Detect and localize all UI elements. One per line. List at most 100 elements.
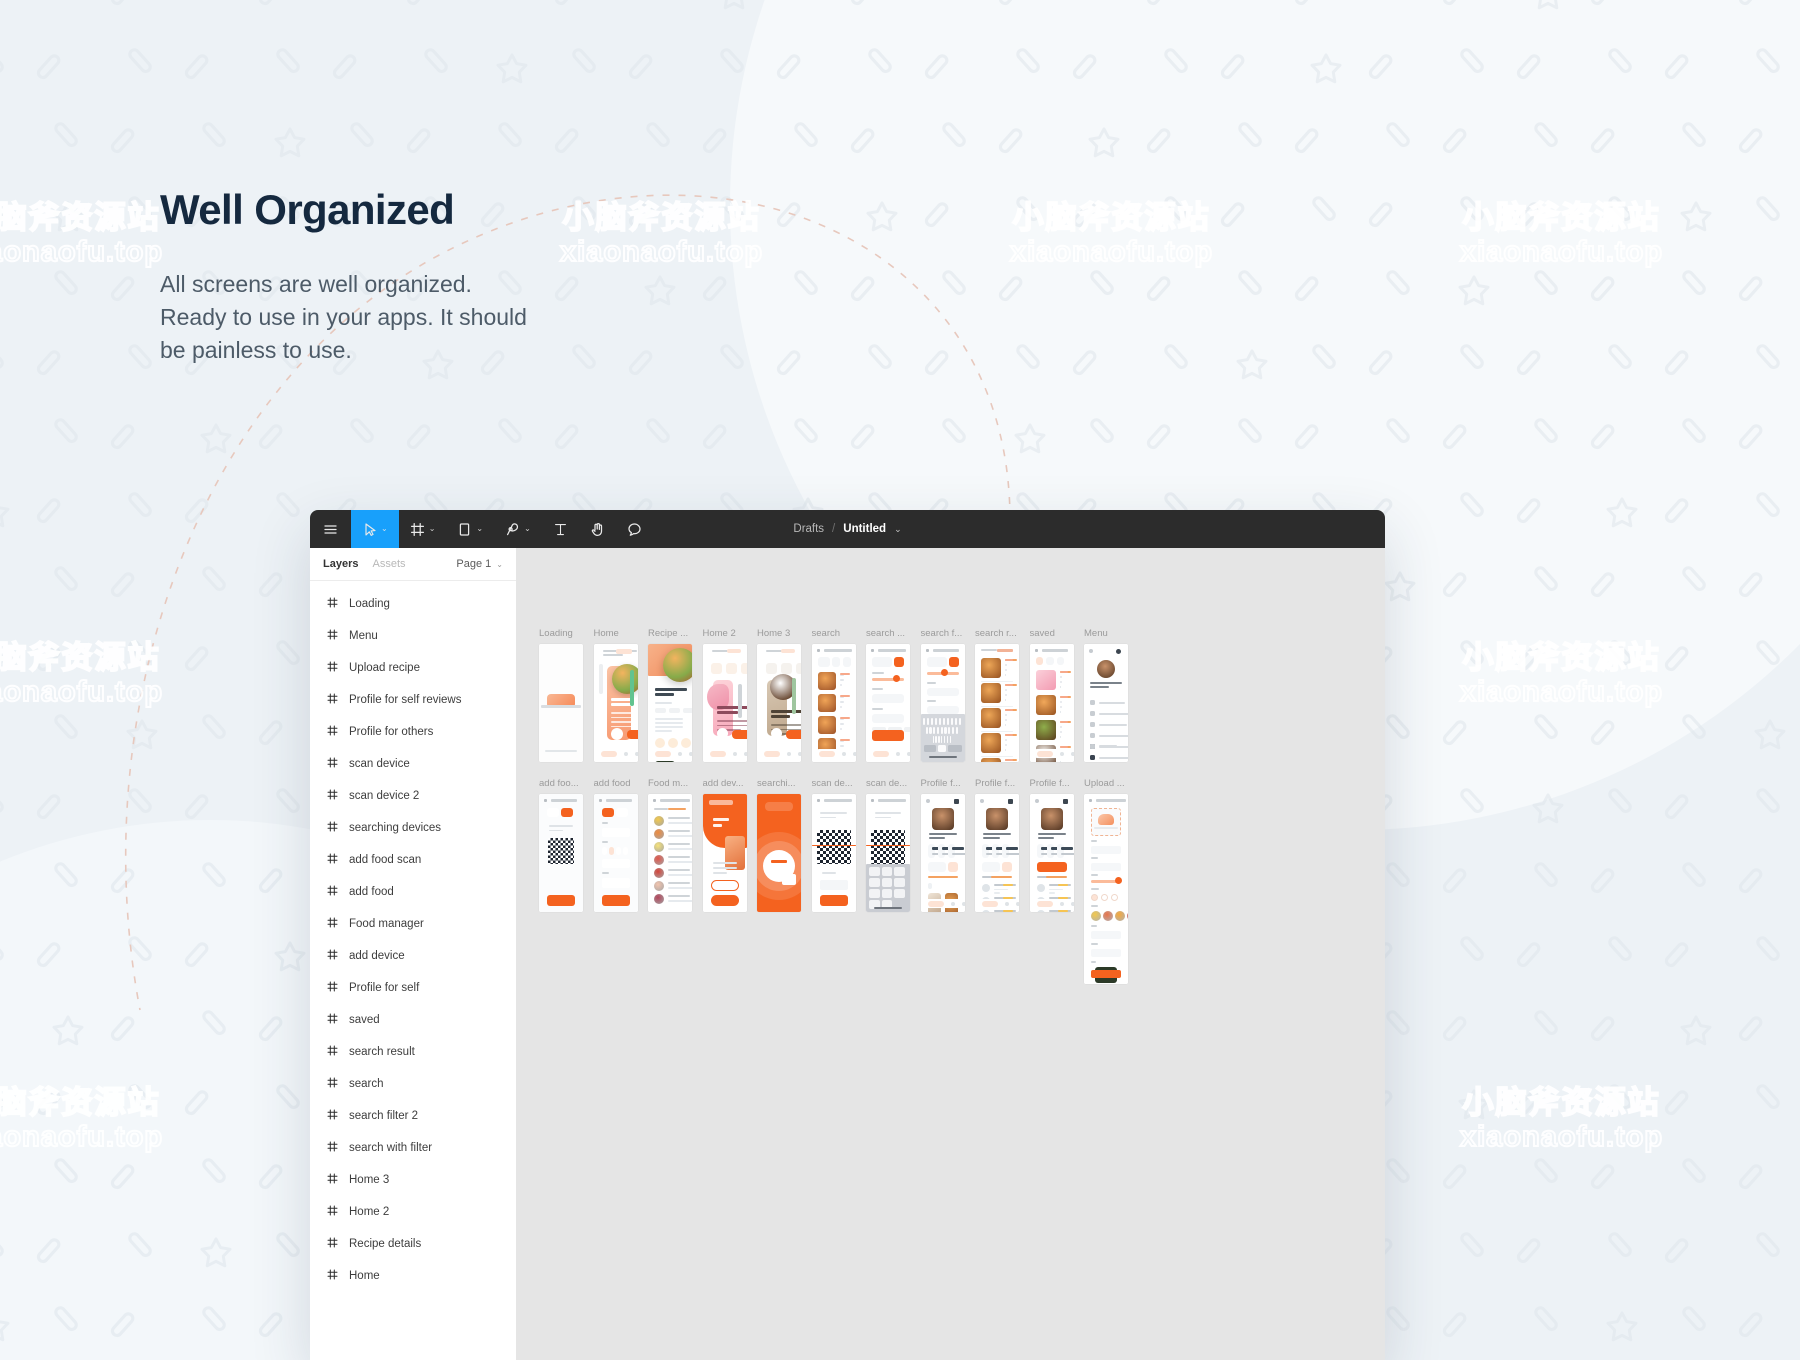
layer-row[interactable]: Food manager [310,908,516,940]
artboard-label[interactable]: Menu [1084,628,1128,640]
artboard[interactable]: search r... [975,628,1019,762]
figma-canvas[interactable]: Loading Home Recipe ... Home 2 Home 3 search s… [517,548,1385,1360]
artboard-frame[interactable] [539,644,583,762]
tab-assets[interactable]: Assets [372,558,405,570]
page-selector[interactable]: Page 1 ⌄ [456,558,503,570]
artboard-frame[interactable] [1029,794,1074,912]
layer-row[interactable]: scan device [310,748,516,780]
artboard[interactable]: search f... [920,628,965,762]
artboard[interactable]: Profile f... [1029,778,1074,912]
artboard[interactable]: add dev... [702,778,747,912]
artboard-label[interactable]: saved [1030,628,1074,640]
artboard-frame[interactable] [539,794,583,912]
artboard-label[interactable]: Home [594,628,638,640]
pen-tool-icon[interactable]: ⌄ [494,510,542,548]
artboard-frame[interactable] [1029,644,1074,762]
breadcrumb-drafts[interactable]: Drafts [793,523,824,535]
tab-layers[interactable]: Layers [323,558,358,570]
comment-tool-icon[interactable] [616,510,653,548]
artboard-frame[interactable] [1084,794,1128,984]
artboard-label[interactable]: searchi... [757,778,801,790]
artboard[interactable]: searchi... [757,778,801,912]
artboard-frame[interactable] [593,644,638,762]
artboard-label[interactable]: Profile f... [921,778,965,790]
artboard-label[interactable]: Food m... [648,778,692,790]
artboard[interactable]: search ... [866,628,910,762]
layer-row[interactable]: search result [310,1036,516,1068]
artboard[interactable]: Home 3 [757,628,801,762]
hand-tool-icon[interactable] [579,510,616,548]
move-tool-icon[interactable]: ⌄ [351,510,399,548]
artboard[interactable]: add foo... [539,778,583,912]
artboard-frame[interactable] [975,794,1019,912]
artboard-label[interactable]: Upload ... [1084,778,1128,790]
artboard-frame[interactable] [648,644,692,762]
artboard-frame[interactable] [811,794,856,912]
layer-row[interactable]: Home 2 [310,1196,516,1228]
file-name[interactable]: Untitled [843,523,886,535]
artboard[interactable]: search [811,628,856,762]
main-menu-icon[interactable] [310,510,351,548]
artboard[interactable]: Recipe ... [648,628,692,762]
artboard-label[interactable]: Home 3 [757,628,801,640]
artboard-label[interactable]: search [812,628,856,640]
artboard-label[interactable]: Recipe ... [648,628,692,640]
shape-tool-icon[interactable]: ⌄ [446,510,494,548]
artboard[interactable]: Upload ... [1084,778,1128,984]
artboard-frame[interactable] [866,794,910,912]
layer-row[interactable]: Recipe details [310,1228,516,1260]
artboard-label[interactable]: add dev... [703,778,747,790]
artboard-frame[interactable] [702,644,747,762]
artboard[interactable]: Food m... [648,778,692,912]
layer-row[interactable]: Home [310,1260,516,1292]
artboard[interactable]: add food [593,778,638,912]
layer-row[interactable]: Profile for others [310,716,516,748]
artboard-frame[interactable] [866,644,910,762]
artboard-label[interactable]: search r... [975,628,1019,640]
artboard-label[interactable]: search f... [921,628,965,640]
artboard[interactable]: Home 2 [702,628,747,762]
layer-row[interactable]: scan device 2 [310,780,516,812]
text-tool-icon[interactable] [542,510,579,548]
layer-row[interactable]: add food scan [310,844,516,876]
artboard-frame[interactable] [648,794,692,912]
artboard-frame[interactable] [757,644,801,762]
layer-row[interactable]: Profile for self [310,972,516,1004]
layer-row[interactable]: add device [310,940,516,972]
layer-row[interactable]: add food [310,876,516,908]
artboard[interactable]: Profile f... [920,778,965,912]
artboard-label[interactable]: scan de... [812,778,856,790]
chevron-down-icon[interactable]: ⌄ [381,525,388,533]
artboard[interactable]: Home [593,628,638,762]
artboard-frame[interactable] [920,644,965,762]
artboard[interactable]: scan de... [866,778,910,912]
artboard-frame[interactable] [757,794,801,912]
artboard[interactable]: Menu [1084,628,1128,762]
artboard-label[interactable]: add food [594,778,638,790]
artboard-label[interactable]: search ... [866,628,910,640]
artboard-frame[interactable] [702,794,747,912]
artboard-label[interactable]: scan de... [866,778,910,790]
artboard-frame[interactable] [975,644,1019,762]
chevron-down-icon[interactable]: ⌄ [429,525,436,533]
layer-row[interactable]: Menu [310,620,516,652]
artboard-frame[interactable] [811,644,856,762]
artboard[interactable]: scan de... [811,778,856,912]
artboard[interactable]: Loading [539,628,583,762]
artboard-frame[interactable] [920,794,965,912]
chevron-down-icon[interactable]: ⌄ [476,525,483,533]
layer-row[interactable]: Upload recipe [310,652,516,684]
layer-row[interactable]: Home 3 [310,1164,516,1196]
layer-row[interactable]: Loading [310,588,516,620]
artboard-label[interactable]: Profile f... [1030,778,1074,790]
layer-row[interactable]: search [310,1068,516,1100]
layer-row[interactable]: search filter 2 [310,1100,516,1132]
artboard-label[interactable]: Profile f... [975,778,1019,790]
artboard-label[interactable]: Loading [539,628,583,640]
layer-row[interactable]: saved [310,1004,516,1036]
artboard-label[interactable]: add foo... [539,778,583,790]
artboard-label[interactable]: Home 2 [703,628,747,640]
artboard[interactable]: saved [1029,628,1074,762]
artboard[interactable]: Profile f... [975,778,1019,912]
chevron-down-icon[interactable]: ⌄ [524,525,531,533]
